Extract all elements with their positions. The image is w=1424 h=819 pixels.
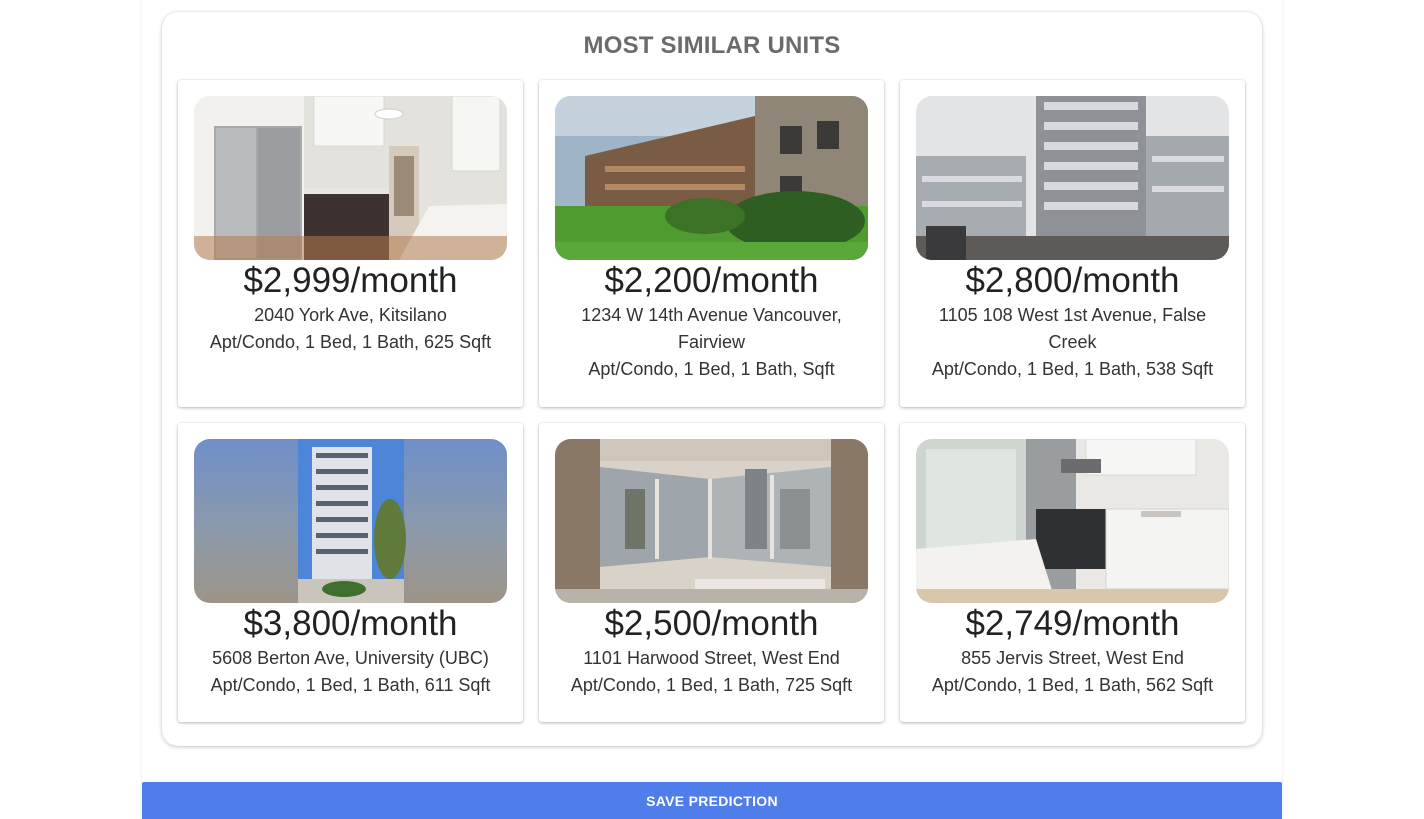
brick-building-photo[interactable]: [555, 96, 868, 260]
kitchen-photo[interactable]: [194, 96, 507, 260]
listing-address-block: 5608 Berton Ave, University (UBC) Apt/Co…: [208, 645, 493, 699]
listing-address: 1234 W 14th Avenue Vancouver, Fairview: [581, 305, 842, 352]
listing-address-block: 1101 Harwood Street, West End Apt/Condo,…: [569, 645, 854, 699]
listing-address: 1101 Harwood Street, West End: [583, 648, 840, 668]
tower-photo[interactable]: [194, 439, 507, 603]
listing-address: 5608 Berton Ave, University (UBC): [212, 648, 489, 668]
listing-specs: Apt/Condo, 1 Bed, 1 Bath, Sqft: [588, 359, 835, 379]
listing-card[interactable]: $3,800/month 5608 Berton Ave, University…: [178, 423, 523, 722]
highrise-photo[interactable]: [916, 96, 1229, 260]
listing-address-block: 855 Jervis Street, West End Apt/Condo, 1…: [930, 645, 1215, 699]
kitchen-island-photo[interactable]: [916, 439, 1229, 603]
save-prediction-button[interactable]: SAVE PREDICTION: [142, 782, 1282, 819]
listing-price: $3,800/month: [243, 604, 458, 643]
listing-address: 1105 108 West 1st Avenue, False Creek: [938, 305, 1207, 352]
listing-address: 2040 York Ave, Kitsilano: [254, 305, 447, 325]
listing-card[interactable]: $2,500/month 1101 Harwood Street, West E…: [539, 423, 884, 722]
listing-specs: Apt/Condo, 1 Bed, 1 Bath, 611 Sqft: [210, 675, 491, 695]
listing-card[interactable]: $2,200/month 1234 W 14th Avenue Vancouve…: [539, 80, 884, 407]
listing-price: $2,749/month: [965, 604, 1180, 643]
listing-specs: Apt/Condo, 1 Bed, 1 Bath, 625 Sqft: [209, 332, 492, 352]
listing-specs: Apt/Condo, 1 Bed, 1 Bath, 725 Sqft: [570, 675, 853, 695]
similar-units-panel: MOST SIMILAR UNITS $2,999/month 2040 Yor…: [162, 12, 1262, 746]
window-corner-photo[interactable]: [555, 439, 868, 603]
listing-card[interactable]: $2,999/month 2040 York Ave, Kitsilano Ap…: [178, 80, 523, 407]
listing-price: $2,800/month: [965, 261, 1180, 300]
listing-price: $2,200/month: [604, 261, 819, 300]
listing-address-block: 1234 W 14th Avenue Vancouver, Fairview A…: [569, 302, 854, 383]
listing-specs: Apt/Condo, 1 Bed, 1 Bath, 538 Sqft: [931, 359, 1214, 379]
listing-address-block: 2040 York Ave, Kitsilano Apt/Condo, 1 Be…: [208, 302, 493, 356]
listing-price: $2,500/month: [604, 604, 819, 643]
listing-card[interactable]: $2,749/month 855 Jervis Street, West End…: [900, 423, 1245, 722]
section-title: MOST SIMILAR UNITS: [583, 32, 841, 59]
listing-address-block: 1105 108 West 1st Avenue, False Creek Ap…: [930, 302, 1215, 383]
listing-address: 855 Jervis Street, West End: [961, 648, 1184, 668]
listing-specs: Apt/Condo, 1 Bed, 1 Bath, 562 Sqft: [931, 675, 1214, 695]
listing-card[interactable]: $2,800/month 1105 108 West 1st Avenue, F…: [900, 80, 1245, 407]
listing-price: $2,999/month: [243, 261, 458, 300]
